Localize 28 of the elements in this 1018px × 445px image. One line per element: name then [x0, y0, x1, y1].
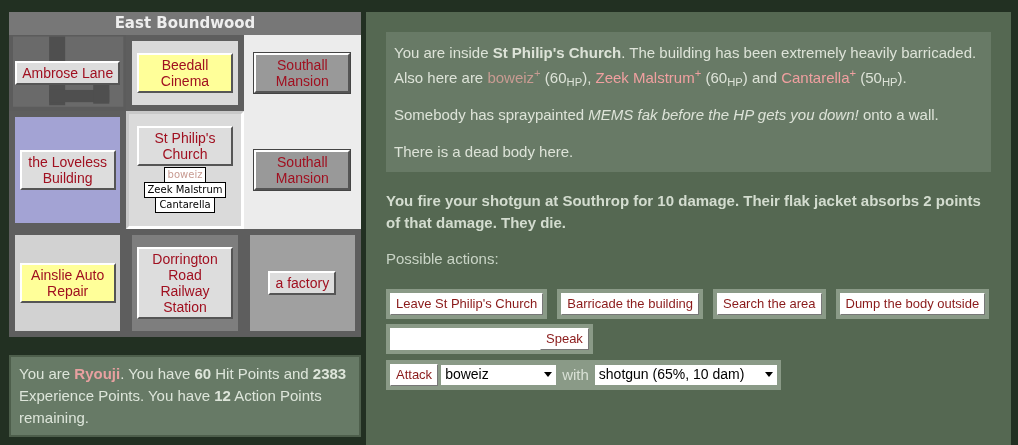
- attack-button[interactable]: Attack: [390, 363, 439, 386]
- action-button[interactable]: Barricade the building: [561, 292, 699, 315]
- weapon-dropdown[interactable]: shotgun (65%, 10 dam): [594, 364, 777, 385]
- character-tag[interactable]: Cantarella: [155, 197, 215, 214]
- location-button[interactable]: Ainslie Auto Repair: [19, 262, 116, 303]
- action-button[interactable]: Search the area: [717, 292, 822, 315]
- map-title: East Boundwood: [9, 12, 361, 35]
- location-button[interactable]: Beedall Cinema: [137, 53, 233, 94]
- action-button[interactable]: Leave St Philip's Church: [390, 292, 544, 315]
- with-label: with: [561, 364, 590, 385]
- location-button[interactable]: the Loveless Building: [19, 150, 116, 190]
- status-text: You are Ryouji. You have 60 Hit Points and 2383 Experience Points. You have 12 Action Points remaining.: [9, 355, 361, 437]
- character-tag[interactable]: Zeek Malstrum: [143, 182, 227, 199]
- action-result-text: You fire your shotgun at Southrop for 10 damage. Their flak jacket absorbs 2 points of that damage. They die.: [386, 191, 982, 233]
- location-button[interactable]: St Philip's Church: [137, 126, 233, 167]
- dropdown-caret-icon: [544, 372, 553, 378]
- speech-input[interactable]: [390, 327, 540, 350]
- description-paragraph: You are inside St Philip's Church. The building has been extremely heavily barricaded. Also here are boweiz$^{+}$ (60$_{HP}$), Zeek Malstrum$^{+}$ (60$_{HP}$) and Cantarella$^{+}$ (50$_{HP}$).: [394, 43, 978, 90]
- actions-heading: Possible actions:: [386, 249, 500, 269]
- description-paragraph: Somebody has spraypainted MEMS fak before the HP gets you down! onto a wall.: [394, 105, 940, 125]
- speak-button[interactable]: Speak: [540, 327, 589, 350]
- location-button[interactable]: Dorrington Road Railway Station: [137, 246, 233, 319]
- location-button[interactable]: a factory: [268, 270, 337, 295]
- description-paragraph: There is a dead body here.: [394, 142, 575, 162]
- action-button[interactable]: Dump the body outside: [839, 292, 986, 315]
- location-button[interactable]: Ambrose Lane: [15, 61, 121, 86]
- dropdown-caret-icon: [764, 372, 773, 378]
- target-dropdown[interactable]: boweiz: [441, 364, 557, 385]
